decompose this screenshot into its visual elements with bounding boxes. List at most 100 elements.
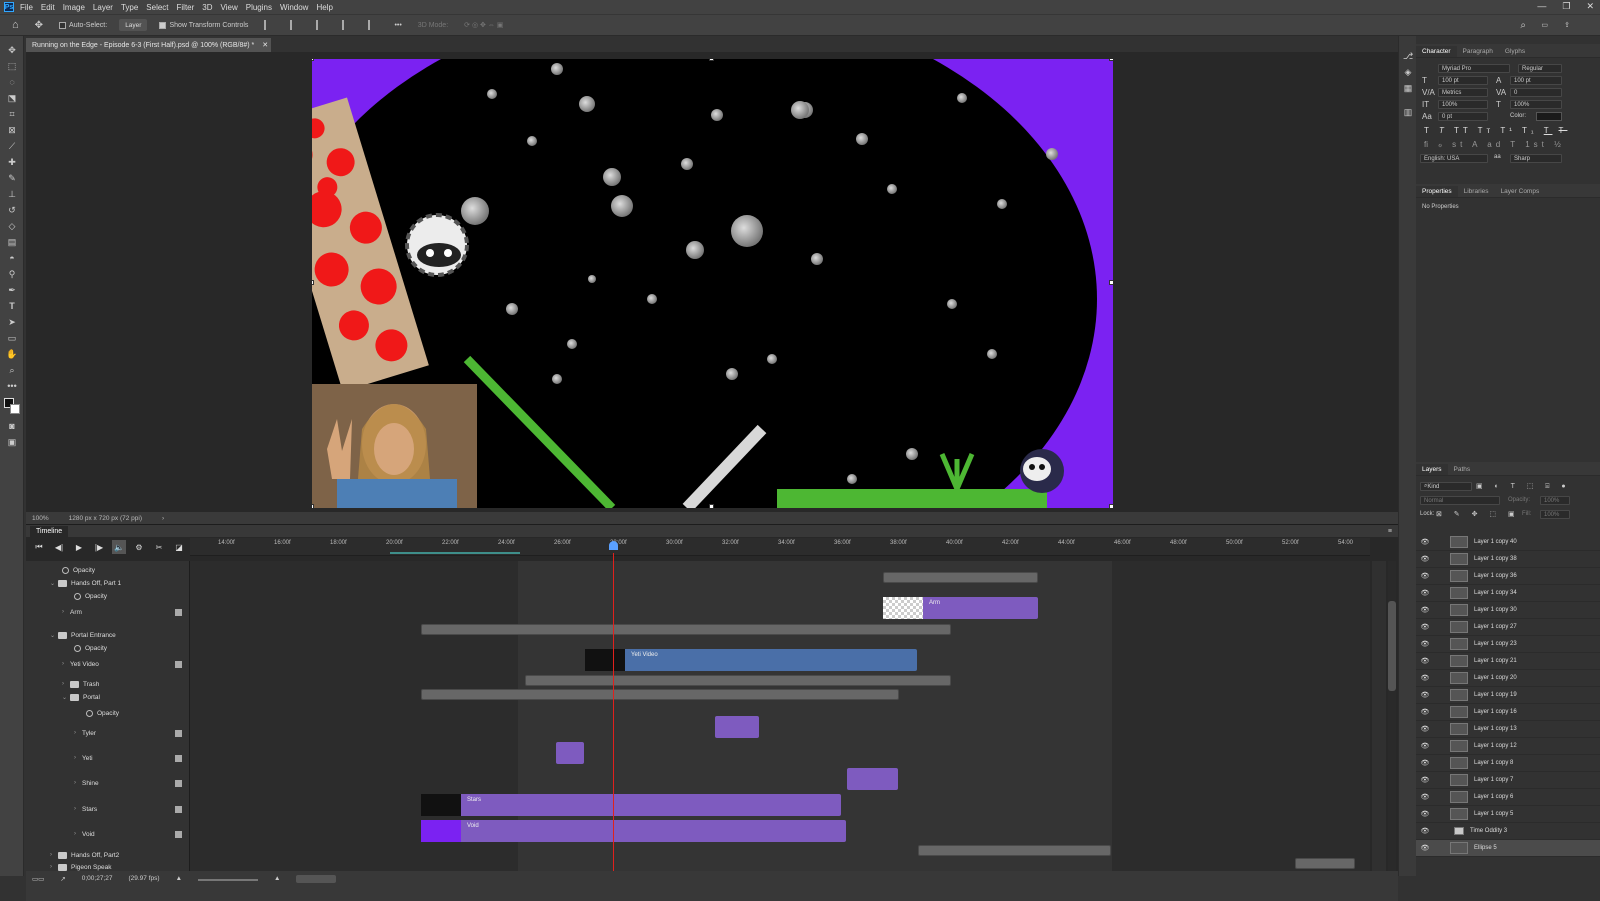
dodge-tool-icon[interactable]: ⚲: [0, 266, 24, 282]
track-prop[interactable]: Opacity: [26, 564, 190, 576]
track-group[interactable]: ⌄ Portal Entrance: [26, 629, 190, 641]
close-tab-icon[interactable]: ✕: [262, 41, 268, 49]
search-icon[interactable]: ⌕: [1516, 18, 1530, 32]
visibility-eye-icon[interactable]: 👁: [1416, 538, 1434, 546]
close-icon[interactable]: ✕: [1586, 1, 1594, 12]
track-group[interactable]: › Trash: [26, 678, 190, 690]
path-select-icon[interactable]: ➤: [0, 314, 24, 330]
visibility-eye-icon[interactable]: 👁: [1416, 589, 1434, 597]
font-family-select[interactable]: Myriad Pro: [1438, 64, 1510, 73]
chevron-right-icon[interactable]: ›: [162, 515, 164, 522]
layer-row[interactable]: 👁 Layer 1 copy 13: [1416, 721, 1600, 738]
table-icon[interactable]: ▦: [1399, 80, 1417, 96]
layer-row[interactable]: 👁 Layer 1 copy 27: [1416, 619, 1600, 636]
align-left-icon[interactable]: [260, 18, 278, 32]
align-top-icon[interactable]: [338, 18, 356, 32]
align-right-icon[interactable]: [312, 18, 330, 32]
layer-row[interactable]: 👁 Layer 1 copy 16: [1416, 704, 1600, 721]
visibility-eye-icon[interactable]: 👁: [1416, 555, 1434, 563]
group-bar-trash[interactable]: [525, 675, 951, 686]
stopwatch-icon[interactable]: [74, 644, 81, 652]
convert-icon[interactable]: ↗: [60, 875, 65, 883]
frame-tool-icon[interactable]: ⊠: [0, 122, 24, 138]
auto-select-toggle[interactable]: Auto-Select:: [55, 18, 111, 32]
workspace-icon[interactable]: ▭: [1537, 18, 1552, 32]
zoom-out-icon[interactable]: ▲: [176, 875, 182, 882]
time-ruler[interactable]: 14:00f 16:00f 18:00f 20:00f 22:00f 24:00f 26:0…: [190, 538, 1370, 556]
track-group[interactable]: › Hands Off, Part2: [26, 849, 190, 861]
opentype-buttons[interactable]: ﬁ ℴ st A ad T 1st ½: [1424, 140, 1565, 149]
layer-row[interactable]: 👁 Layer 1 copy 8: [1416, 755, 1600, 772]
font-size-field[interactable]: 100 pt: [1438, 76, 1488, 85]
horizontal-scrollbar[interactable]: [296, 875, 337, 883]
transform-handle[interactable]: [709, 504, 714, 508]
transition-icon[interactable]: ◪: [172, 540, 186, 554]
expand-chevron-icon[interactable]: ›: [62, 681, 70, 687]
layer-row[interactable]: 👁 Layer 1 copy 38: [1416, 551, 1600, 568]
target-select[interactable]: Layer: [119, 19, 148, 31]
quick-mask-icon[interactable]: ◙: [0, 418, 24, 434]
group-bar-pigeon-speak[interactable]: [1295, 858, 1355, 869]
group-bar-portal[interactable]: [421, 689, 899, 700]
visibility-eye-icon[interactable]: 👁: [1416, 708, 1434, 716]
film-strip-icon[interactable]: [175, 779, 182, 787]
layer-row[interactable]: 👁 Layer 1 copy 19: [1416, 687, 1600, 704]
track-prop[interactable]: Opacity: [26, 642, 190, 654]
stopwatch-icon[interactable]: [86, 709, 93, 717]
crop-tool-icon[interactable]: ⌗: [0, 106, 24, 122]
brush-tool-icon[interactable]: ✎: [0, 170, 24, 186]
transform-handle[interactable]: [1109, 59, 1113, 61]
play-icon[interactable]: ▶: [72, 540, 86, 554]
tab-glyphs[interactable]: Glyphs: [1499, 46, 1531, 57]
track-layer[interactable]: › Void: [26, 828, 190, 840]
expand-chevron-icon[interactable]: ›: [74, 806, 82, 812]
expand-chevron-icon[interactable]: ›: [62, 661, 70, 667]
gradient-tool-icon[interactable]: ▤: [0, 234, 24, 250]
layer-row[interactable]: 👁 Layer 1 copy 5: [1416, 806, 1600, 823]
track-layer[interactable]: › Arm: [26, 606, 190, 618]
film-strip-icon[interactable]: [175, 830, 182, 838]
layer-row[interactable]: 👁 Layer 1 copy 36: [1416, 568, 1600, 585]
text-color-swatch[interactable]: [1536, 112, 1562, 121]
track-group[interactable]: ⌄ Portal: [26, 691, 190, 703]
audio-icon[interactable]: 🔈: [112, 540, 126, 554]
fill-field[interactable]: 100%: [1540, 510, 1570, 519]
baseline-shift-field[interactable]: 0 pt: [1438, 112, 1488, 121]
track-prop[interactable]: Opacity: [26, 707, 190, 719]
clip-void[interactable]: Void: [421, 820, 846, 842]
share-icon[interactable]: ⇪: [1560, 18, 1574, 32]
expand-chevron-icon[interactable]: ›: [50, 864, 58, 870]
film-strip-icon[interactable]: [175, 805, 182, 813]
prev-frame-icon[interactable]: ◀|: [52, 540, 66, 554]
vertical-scale-field[interactable]: 100%: [1438, 100, 1488, 109]
tab-character[interactable]: Character: [1416, 46, 1457, 57]
layer-filter-icons[interactable]: ▣ ◐ T ⬚ ⌸ ●: [1476, 482, 1571, 491]
vertical-scrollbar[interactable]: [1388, 561, 1396, 871]
track-layer[interactable]: › Shine: [26, 777, 190, 789]
expand-chevron-icon[interactable]: ›: [74, 755, 82, 761]
layer-row[interactable]: 👁 Layer 1 copy 12: [1416, 738, 1600, 755]
lasso-tool-icon[interactable]: ◌: [0, 74, 24, 90]
tracking-field[interactable]: 0: [1510, 88, 1562, 97]
work-area-bar[interactable]: [390, 552, 520, 554]
visibility-eye-icon[interactable]: 👁: [1416, 810, 1434, 818]
hand-tool-icon[interactable]: ✋: [0, 346, 24, 362]
clip-arm[interactable]: Arm: [883, 597, 1038, 619]
transform-handle[interactable]: [709, 59, 714, 61]
menu-edit[interactable]: Edit: [41, 3, 55, 12]
menu-select[interactable]: Select: [146, 3, 168, 12]
tab-layers[interactable]: Layers: [1416, 464, 1448, 475]
lock-icons[interactable]: ⊠ ✎ ✥ ⬚ ▣: [1436, 510, 1520, 518]
layer-row[interactable]: 👁 Ellipse 5: [1416, 840, 1600, 857]
menu-image[interactable]: Image: [63, 3, 85, 12]
visibility-eye-icon[interactable]: 👁: [1416, 793, 1434, 801]
menu-3d[interactable]: 3D: [202, 3, 212, 12]
edit-toolbar-icon[interactable]: •••: [0, 378, 24, 394]
restore-icon[interactable]: ❐: [1562, 1, 1570, 12]
panel-menu-icon[interactable]: ≡: [1388, 528, 1392, 535]
type-tool-icon[interactable]: T: [0, 298, 24, 314]
transform-handle[interactable]: [1109, 504, 1113, 508]
track-area[interactable]: Arm Yeti Video Stars Void: [190, 553, 1370, 871]
leading-field[interactable]: 100 pt: [1510, 76, 1562, 85]
expand-chevron-icon[interactable]: ⌄: [62, 694, 70, 701]
